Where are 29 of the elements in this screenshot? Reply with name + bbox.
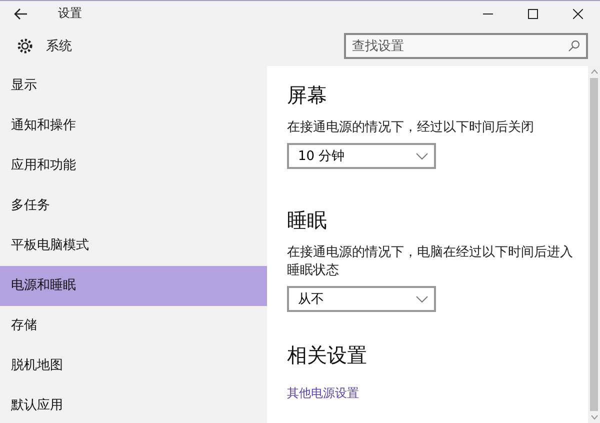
chevron-down-icon	[416, 152, 428, 160]
chevron-down-icon	[416, 296, 428, 302]
sidebar-item[interactable]: 多任务	[0, 186, 267, 226]
close-icon[interactable]	[573, 8, 583, 18]
maximize-icon[interactable]	[528, 8, 538, 18]
sidebar-item[interactable]: 应用和功能	[0, 146, 267, 186]
page-title: 系统	[46, 38, 72, 55]
dropdown[interactable]: 10 分钟	[287, 143, 436, 169]
section-heading: 屏幕	[287, 82, 328, 109]
sidebar-item[interactable]: 显示	[0, 66, 267, 106]
sidebar-item[interactable]: 平板电脑模式	[0, 226, 267, 266]
sidebar-item[interactable]: 默认应用	[0, 386, 267, 423]
sidebar-item[interactable]: 脱机地图	[0, 346, 267, 386]
sidebar-item[interactable]: 存储	[0, 306, 267, 346]
sidebar-item[interactable]: 通知和操作	[0, 106, 267, 146]
scrollbar[interactable]	[588, 66, 600, 423]
power-settings-link[interactable]: 其他电源设置	[287, 385, 359, 402]
section-heading: 相关设置	[287, 342, 368, 369]
back-icon[interactable]	[14, 8, 28, 20]
setting-description: 在接通电源的情况下，经过以下时间后关闭	[287, 119, 535, 137]
sidebar-item[interactable]: 电源和睡眠	[0, 266, 267, 306]
setting-description: 在接通电源的情况下，电脑在经过以下时间后进入睡眠状态	[287, 244, 574, 280]
window-title: 设置	[58, 5, 82, 22]
scrollbar-thumb[interactable]	[590, 78, 598, 411]
dropdown[interactable]: 从不	[287, 286, 436, 312]
search-icon	[568, 40, 580, 52]
search-field[interactable]: 查找设置	[344, 33, 588, 59]
section-heading: 睡眠	[287, 207, 328, 234]
gear-icon	[16, 37, 34, 55]
